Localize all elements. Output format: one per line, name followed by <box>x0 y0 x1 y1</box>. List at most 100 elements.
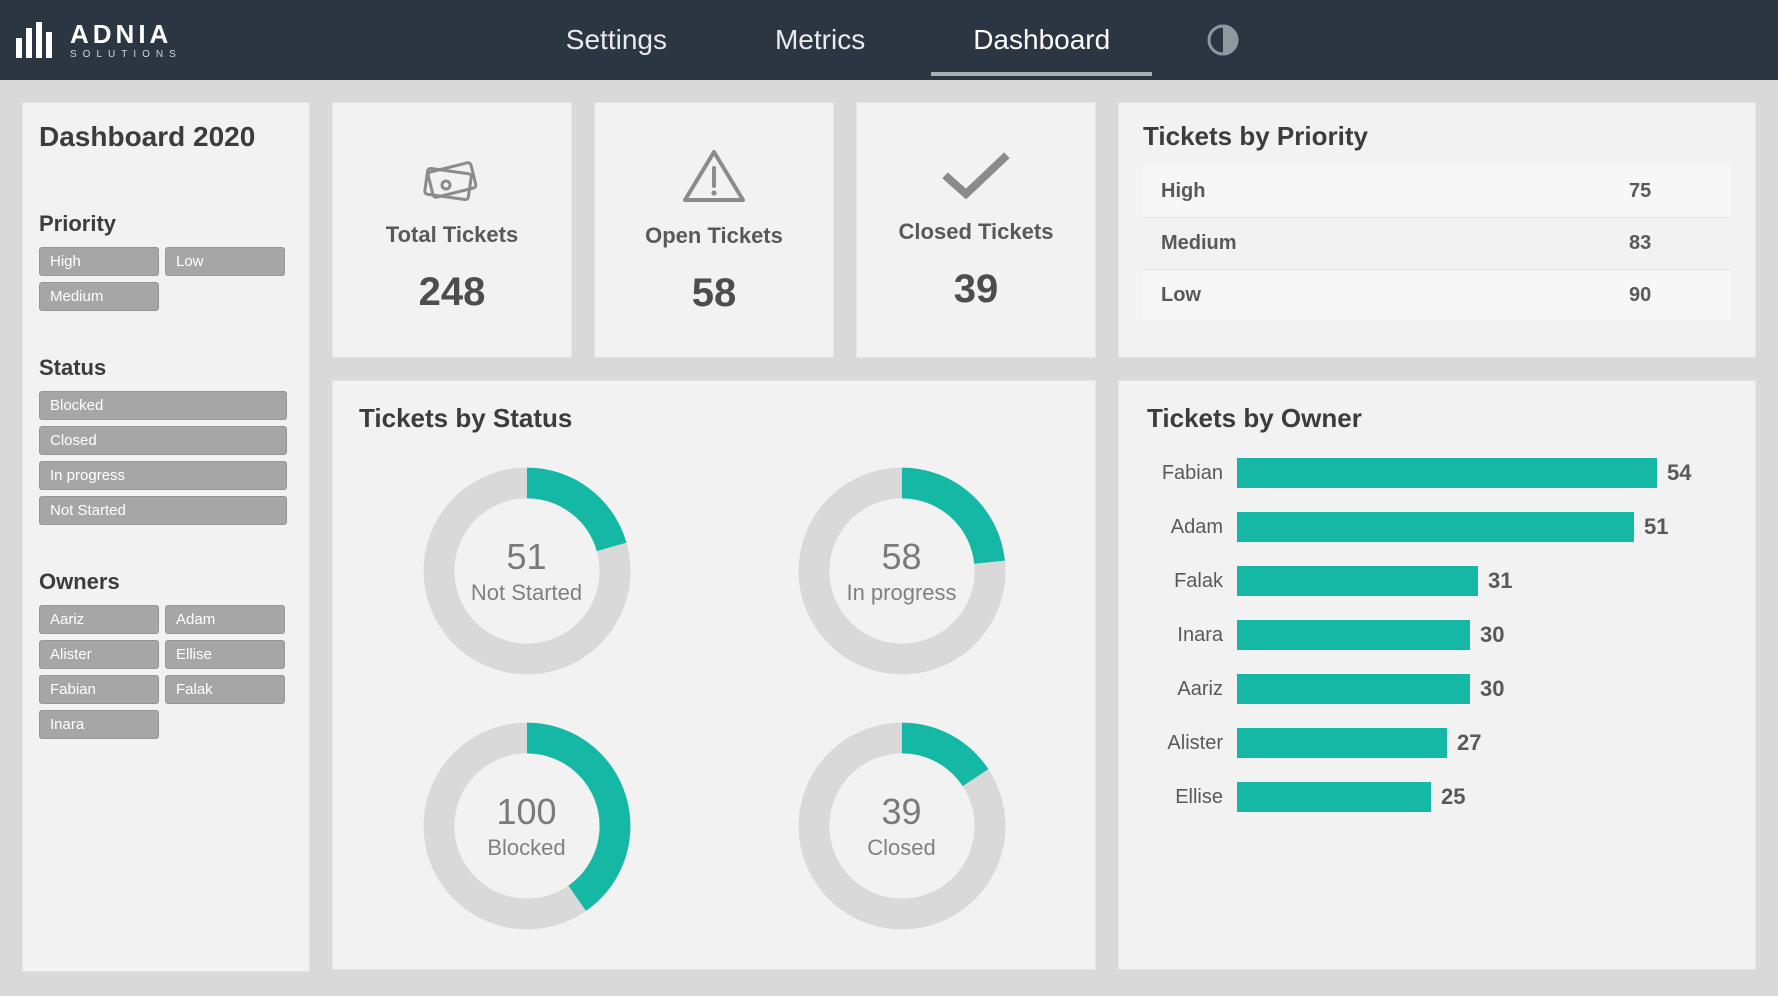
filter-pill-owner[interactable]: Aariz <box>39 605 159 634</box>
owner-bar-value: 31 <box>1488 568 1512 594</box>
filter-pill-priority[interactable]: Low <box>165 247 285 276</box>
contrast-icon <box>1206 23 1240 57</box>
filter-pill-priority[interactable]: Medium <box>39 282 159 311</box>
logo-icon <box>16 22 60 58</box>
filter-pill-status[interactable]: Not Started <box>39 496 287 525</box>
nav-metrics[interactable]: Metrics <box>721 0 919 80</box>
kpi-total-tickets: Total Tickets 248 <box>332 102 572 358</box>
theme-toggle[interactable] <box>1204 21 1242 59</box>
status-donut: 100Blocked <box>359 703 694 948</box>
owner-bar-value: 51 <box>1644 514 1668 540</box>
owner-bar-row: Falak 31 <box>1147 566 1727 596</box>
owner-bar-label: Aariz <box>1147 678 1237 701</box>
warning-icon <box>681 148 747 211</box>
owner-bar-label: Fabian <box>1147 462 1237 485</box>
owner-bar-row: Fabian 54 <box>1147 458 1727 488</box>
owner-bar-fill <box>1237 728 1447 758</box>
kpi-closed-tickets: Closed Tickets 39 <box>856 102 1096 358</box>
filter-pill-status[interactable]: In progress <box>39 461 287 490</box>
owner-title: Tickets by Owner <box>1147 403 1727 434</box>
status-title: Tickets by Status <box>359 403 1069 434</box>
filter-pill-status[interactable]: Closed <box>39 426 287 455</box>
owner-bar-row: Alister 27 <box>1147 728 1727 758</box>
filter-pill-owner[interactable]: Fabian <box>39 675 159 704</box>
tickets-icon <box>416 149 488 210</box>
priority-table: High75Medium83Low90 <box>1143 166 1731 321</box>
owner-bar-fill <box>1237 512 1634 542</box>
filter-pill-priority[interactable]: High <box>39 247 159 276</box>
priority-row-value: 75 <box>1611 166 1731 218</box>
owner-bar-label: Alister <box>1147 732 1237 755</box>
filter-pill-owner[interactable]: Adam <box>165 605 285 634</box>
status-donut-label: Blocked <box>487 835 565 861</box>
brand-logo: ADNIA SOLUTIONS <box>16 21 182 60</box>
filter-pill-owner[interactable]: Ellise <box>165 640 285 669</box>
owner-bar-fill <box>1237 782 1431 812</box>
status-donut-label: Closed <box>867 835 935 861</box>
nav-settings[interactable]: Settings <box>512 0 721 80</box>
priority-row: Medium83 <box>1143 218 1731 270</box>
priority-row: High75 <box>1143 166 1731 218</box>
owner-bar-row: Aariz 30 <box>1147 674 1727 704</box>
status-donut-label: Not Started <box>471 580 582 606</box>
filter-panel: Dashboard 2020 Priority HighLowMedium St… <box>22 102 310 972</box>
kpi-open-label: Open Tickets <box>645 223 783 249</box>
tickets-by-owner: Tickets by Owner Fabian 54 Adam 51 Falak 31 In… <box>1118 380 1756 970</box>
owner-bar-fill <box>1237 674 1470 704</box>
filter-status-label: Status <box>39 355 293 381</box>
owner-bar-value: 27 <box>1457 730 1481 756</box>
owner-bar-row: Ellise 25 <box>1147 782 1727 812</box>
owner-bar-label: Adam <box>1147 516 1237 539</box>
priority-row-label: Low <box>1143 270 1611 322</box>
filter-priority-label: Priority <box>39 211 293 237</box>
owner-bar-label: Ellise <box>1147 786 1237 809</box>
filter-pill-status[interactable]: Blocked <box>39 391 287 420</box>
owner-bar-value: 30 <box>1480 676 1504 702</box>
priority-row-value: 90 <box>1611 270 1731 322</box>
kpi-total-value: 248 <box>419 270 486 315</box>
owner-bar-value: 30 <box>1480 622 1504 648</box>
priority-title: Tickets by Priority <box>1143 121 1731 152</box>
nav-dashboard[interactable]: Dashboard <box>919 0 1164 80</box>
status-donut-value: 51 <box>471 536 582 578</box>
tickets-by-priority: Tickets by Priority High75Medium83Low90 <box>1118 102 1756 358</box>
filter-status: Status Blocked Closed In progress Not Start… <box>39 355 293 525</box>
status-donut-value: 39 <box>867 791 935 833</box>
nav-tabs: Settings Metrics Dashboard <box>512 0 1242 80</box>
filter-owners-label: Owners <box>39 569 293 595</box>
kpi-closed-label: Closed Tickets <box>899 219 1054 245</box>
status-donut: 51Not Started <box>359 448 694 693</box>
owner-bar-fill <box>1237 566 1478 596</box>
owner-bar-row: Adam 51 <box>1147 512 1727 542</box>
check-icon <box>940 152 1012 207</box>
kpi-open-value: 58 <box>692 271 737 316</box>
status-donut: 39Closed <box>734 703 1069 948</box>
status-donut-value: 100 <box>487 791 565 833</box>
owner-bar-fill <box>1237 458 1657 488</box>
status-donut-value: 58 <box>846 536 956 578</box>
priority-row-label: Medium <box>1143 218 1611 270</box>
kpi-closed-value: 39 <box>954 267 999 312</box>
filter-pill-owner[interactable]: Alister <box>39 640 159 669</box>
brand-sub: SOLUTIONS <box>70 50 182 60</box>
status-donut: 58In progress <box>734 448 1069 693</box>
top-nav: ADNIA SOLUTIONS Settings Metrics Dashboa… <box>0 0 1778 80</box>
owner-bar-value: 25 <box>1441 784 1465 810</box>
filter-priority: Priority HighLowMedium <box>39 211 293 311</box>
status-donut-label: In progress <box>846 580 956 606</box>
priority-row-label: High <box>1143 166 1611 218</box>
owner-bar-row: Inara 30 <box>1147 620 1727 650</box>
filter-pill-owner[interactable]: Falak <box>165 675 285 704</box>
owner-bar-value: 54 <box>1667 460 1691 486</box>
kpi-total-label: Total Tickets <box>386 222 518 248</box>
priority-row-value: 83 <box>1611 218 1731 270</box>
filter-owners: Owners AarizAdamAlisterElliseFabianFalak… <box>39 569 293 739</box>
owner-bar-fill <box>1237 620 1470 650</box>
owner-bar-label: Falak <box>1147 570 1237 593</box>
tickets-by-status: Tickets by Status 51Not Started58In prog… <box>332 380 1096 970</box>
dashboard-title: Dashboard 2020 <box>39 121 293 153</box>
kpi-open-tickets: Open Tickets 58 <box>594 102 834 358</box>
owner-bar-label: Inara <box>1147 624 1237 647</box>
filter-pill-owner[interactable]: Inara <box>39 710 159 739</box>
brand-name: ADNIA <box>70 21 182 47</box>
